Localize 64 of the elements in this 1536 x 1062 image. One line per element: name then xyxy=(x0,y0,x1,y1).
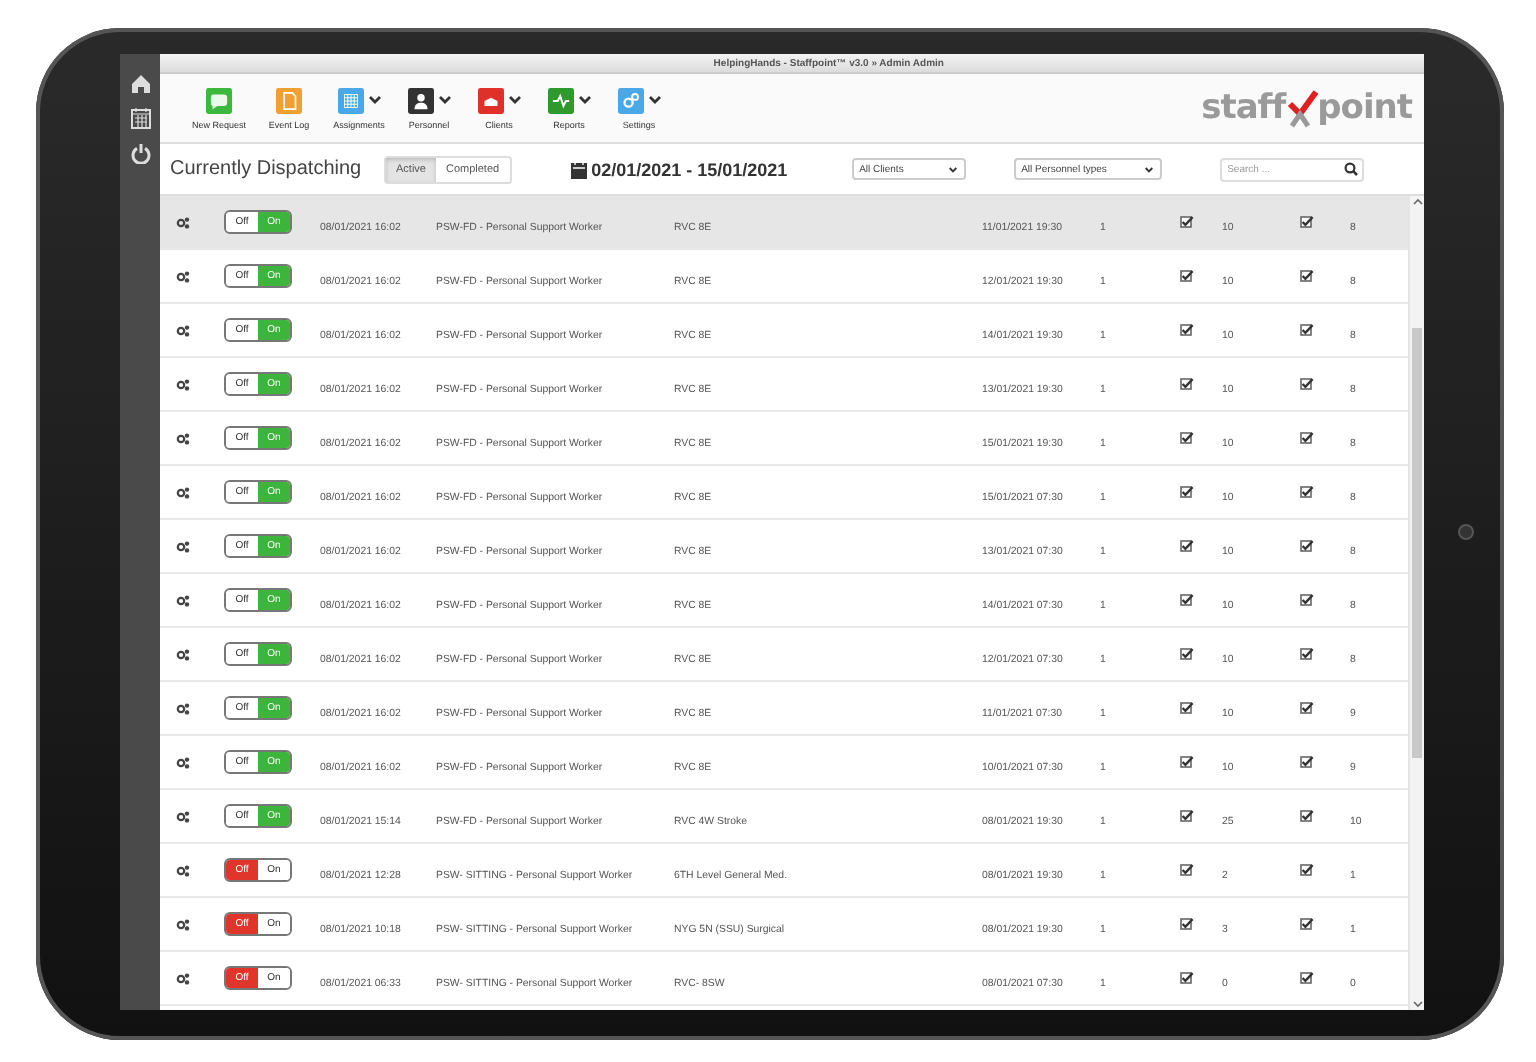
gears-icon[interactable] xyxy=(176,809,190,823)
checked-checkbox[interactable] xyxy=(1300,216,1314,228)
checked-checkbox[interactable] xyxy=(1300,378,1314,390)
caret-icon[interactable] xyxy=(1143,165,1154,173)
checked-checkbox[interactable] xyxy=(1180,918,1194,930)
checked-checkbox[interactable] xyxy=(1300,702,1314,714)
checked-checkbox[interactable] xyxy=(1300,432,1314,444)
checked-checkbox[interactable] xyxy=(1180,648,1194,660)
checked-checkbox[interactable] xyxy=(1180,810,1194,822)
checked-checkbox[interactable] xyxy=(1180,702,1194,714)
scroll-down-icon[interactable] xyxy=(1411,998,1423,1010)
caret-icon[interactable] xyxy=(647,94,661,106)
scrollbar[interactable] xyxy=(1408,196,1424,1010)
gears-icon[interactable] xyxy=(176,215,190,229)
gears-icon[interactable] xyxy=(176,269,190,283)
checked-checkbox[interactable] xyxy=(1300,972,1314,984)
gears-icon[interactable] xyxy=(176,539,190,553)
scrollbar-thumb[interactable] xyxy=(1412,328,1422,758)
gears-icon[interactable] xyxy=(176,701,190,715)
gears-icon[interactable] xyxy=(176,755,190,769)
gears-icon[interactable] xyxy=(176,917,190,931)
checked-checkbox[interactable] xyxy=(1180,270,1194,282)
gears-icon[interactable] xyxy=(176,863,190,877)
checked-checkbox[interactable] xyxy=(1300,594,1314,606)
gears-icon[interactable] xyxy=(176,485,190,499)
checked-checkbox[interactable] xyxy=(1180,432,1194,444)
checked-checkbox[interactable] xyxy=(1180,756,1194,768)
caret-icon[interactable] xyxy=(947,165,958,173)
scroll-up-icon[interactable] xyxy=(1411,196,1423,208)
home-icon[interactable] xyxy=(129,72,151,94)
checked-checkbox[interactable] xyxy=(1300,486,1314,498)
gears-icon[interactable] xyxy=(176,647,190,661)
checked-checkbox[interactable] xyxy=(1300,810,1314,822)
checked-checkbox[interactable] xyxy=(1180,972,1194,984)
gears-icon[interactable] xyxy=(176,323,190,337)
date-range[interactable]: 02/01/2021 - 15/01/2021 xyxy=(591,159,788,179)
checked-checkbox[interactable] xyxy=(1300,648,1314,660)
page-title: Currently Dispatching xyxy=(170,158,364,180)
caret-icon[interactable] xyxy=(437,94,451,106)
checked-checkbox[interactable] xyxy=(1180,864,1194,876)
checked-checkbox[interactable] xyxy=(1180,378,1194,390)
checked-checkbox[interactable] xyxy=(1300,918,1314,930)
app-logo: staff point xyxy=(1201,88,1412,128)
calendar-icon[interactable] xyxy=(129,106,151,130)
search-icon[interactable] xyxy=(1343,162,1358,176)
caret-icon[interactable] xyxy=(367,94,381,106)
checked-checkbox[interactable] xyxy=(1300,540,1314,552)
gears-icon[interactable] xyxy=(176,377,190,391)
checked-checkbox[interactable] xyxy=(1300,324,1314,336)
checked-checkbox[interactable] xyxy=(1180,540,1194,552)
calendar-icon[interactable] xyxy=(569,159,588,179)
gears-icon[interactable] xyxy=(176,593,190,607)
checked-checkbox[interactable] xyxy=(1300,864,1314,876)
checked-checkbox[interactable] xyxy=(1300,756,1314,768)
checked-checkbox[interactable] xyxy=(1180,216,1194,228)
checked-checkbox[interactable] xyxy=(1180,594,1194,606)
caret-icon[interactable] xyxy=(577,94,591,106)
checked-checkbox[interactable] xyxy=(1300,270,1314,282)
power-icon[interactable] xyxy=(129,142,151,164)
checked-checkbox[interactable] xyxy=(1180,486,1194,498)
caret-icon[interactable] xyxy=(507,94,521,106)
checked-checkbox[interactable] xyxy=(1180,324,1194,336)
gears-icon[interactable] xyxy=(176,431,190,445)
gears-icon[interactable] xyxy=(176,971,190,985)
